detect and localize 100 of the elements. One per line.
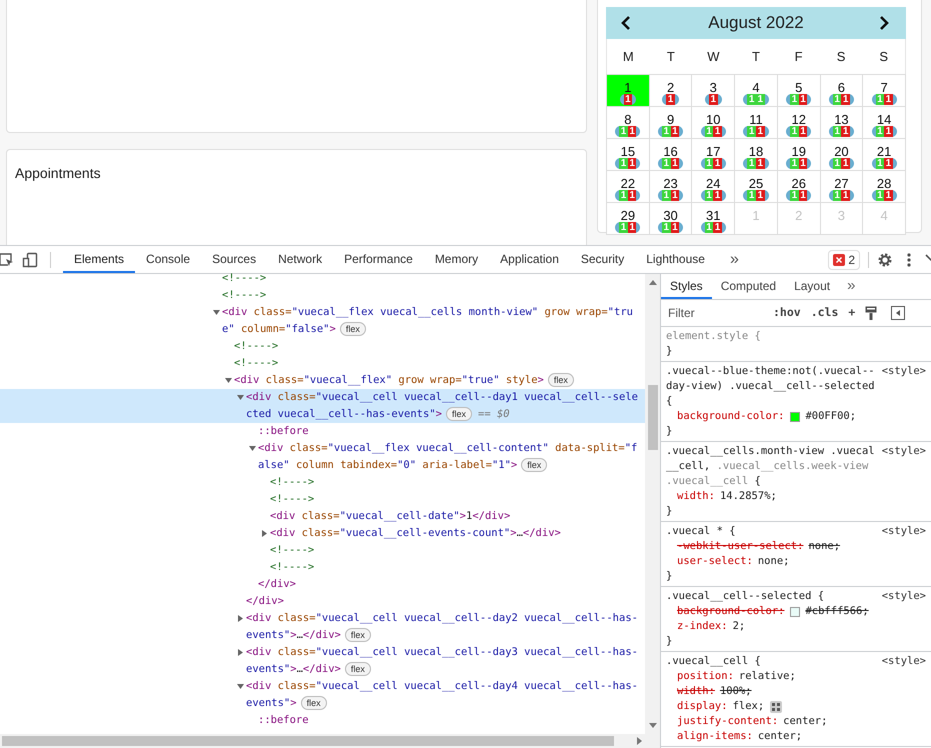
sidebar-tab[interactable]: Layout — [785, 274, 840, 299]
filter-toggle-button[interactable]: + — [848, 304, 856, 322]
devtools-tab[interactable]: Performance — [333, 246, 424, 273]
stylesheet-link[interactable]: <style> — [882, 364, 926, 379]
filter-toggle-button[interactable]: .cls — [810, 304, 838, 322]
day-cell[interactable]: 15 1 1 — [607, 139, 650, 171]
day-number: 6 — [838, 81, 846, 94]
dom-row[interactable]: <div class="vuecal__flex" grow wrap="true" style> flex — [0, 372, 645, 389]
day-cell[interactable]: 16 1 1 — [650, 139, 692, 171]
scrollbar-thumb[interactable] — [2, 736, 614, 746]
scroll-down-icon[interactable] — [648, 723, 656, 728]
day-cell[interactable]: 26 1 1 — [778, 171, 821, 203]
settings-icon[interactable] — [877, 252, 893, 268]
devtools-tab[interactable]: Security — [570, 246, 636, 273]
css-property-value: 100%; — [720, 684, 752, 699]
devtools-tab[interactable]: Console — [135, 246, 202, 273]
day-cell[interactable]: 4 1 1 — [735, 75, 778, 107]
device-toggle-icon[interactable] — [22, 252, 38, 268]
triangle-down-icon[interactable] — [249, 445, 256, 452]
dom-row[interactable]: <div class="vuecal__cell-date">1</div> — [0, 508, 645, 525]
weekday-label: F — [794, 48, 803, 64]
day-cell[interactable]: 18 1 1 — [735, 139, 778, 171]
day-cell[interactable]: 30 1 1 — [650, 203, 692, 235]
day-cell[interactable]: 12 1 1 — [778, 107, 821, 139]
css-selector: .vuecal__cell--selected { — [666, 589, 826, 604]
color-swatch[interactable] — [790, 412, 800, 422]
day-cell[interactable]: 27 1 1 — [820, 171, 864, 203]
event-count: 1 — [876, 126, 884, 137]
scrollbar-thumb[interactable] — [648, 385, 658, 450]
day-cell[interactable]: 19 1 1 — [778, 139, 821, 171]
dom-row[interactable]: <div class="vuecal__flex vuecal__cells month-view" grow wrap="true" column="false"> flex — [0, 304, 645, 338]
day-cell[interactable]: 29 1 1 — [607, 203, 650, 235]
css-property-value: 2; — [732, 619, 746, 634]
triangle-down-icon[interactable] — [237, 394, 244, 401]
day-cell[interactable]: 1 1 — [607, 75, 650, 107]
day-cell[interactable]: 7 1 1 — [863, 75, 906, 107]
day-cell[interactable]: 14 1 1 — [863, 107, 906, 139]
day-cell[interactable]: 11 1 1 — [735, 107, 778, 139]
sidebar-tab[interactable]: Styles — [661, 274, 712, 299]
triangle-right-icon[interactable] — [261, 530, 268, 537]
day-cell[interactable]: 24 1 1 — [692, 171, 736, 203]
day-cell[interactable]: 22 1 1 — [607, 171, 650, 203]
event-count: 1 — [790, 190, 799, 201]
vertical-scrollbar[interactable] — [645, 274, 660, 734]
paint-icon[interactable] — [865, 306, 878, 320]
dom-row[interactable]: <div class="vuecal__cell vuecal__cell--day2 vuecal__cell--has-events">…</div> flex — [0, 610, 645, 644]
day-number: 12 — [791, 113, 806, 126]
day-cell[interactable]: 10 1 1 — [692, 107, 736, 139]
devtools-tab[interactable]: Sources — [201, 246, 268, 273]
devtools-tab[interactable]: Memory — [424, 246, 490, 273]
day-cell[interactable]: 28 1 1 — [863, 171, 906, 203]
day-cell[interactable]: 13 1 1 — [820, 107, 864, 139]
flexbox-editor-icon[interactable] — [770, 700, 782, 712]
sidebar-tab[interactable]: Computed — [712, 274, 786, 299]
day-cell[interactable]: 23 1 1 — [650, 171, 692, 203]
triangle-down-icon[interactable] — [213, 309, 220, 316]
dom-row[interactable]: <div class="vuecal__cell vuecal__cell--day3 vuecal__cell--has-events">…</div> flex — [0, 644, 645, 678]
day-cell[interactable]: 3 1 — [692, 75, 736, 107]
dom-row[interactable]: <div class="vuecal__cell vuecal__cell--day4 vuecal__cell--has-events"> flex — [0, 678, 645, 712]
day-number: 14 — [876, 113, 892, 126]
triangle-right-icon[interactable] — [237, 649, 244, 656]
color-swatch[interactable] — [790, 606, 800, 616]
day-cell[interactable]: 20 1 1 — [820, 139, 864, 171]
scroll-up-icon[interactable] — [648, 280, 656, 285]
devtools-tab[interactable]: Application — [489, 246, 570, 273]
triangle-down-icon[interactable] — [237, 683, 244, 690]
stylesheet-link[interactable]: <style> — [882, 589, 926, 604]
day-cell[interactable]: 31 1 1 — [692, 203, 736, 235]
day-cell[interactable]: 6 1 1 — [820, 75, 864, 107]
devtools-tab[interactable]: Elements — [63, 246, 136, 273]
horizontal-scrollbar[interactable] — [0, 734, 660, 748]
menu-icon[interactable] — [907, 252, 911, 266]
day-cell[interactable]: 2 1 — [650, 75, 692, 107]
more-tabs-button[interactable]: » — [730, 248, 739, 272]
day-cell[interactable]: 25 1 1 — [735, 171, 778, 203]
triangle-down-icon[interactable] — [225, 377, 232, 384]
stylesheet-link[interactable]: <style> — [882, 654, 926, 669]
stylesheet-link[interactable]: <style> — [882, 444, 926, 459]
devtools-tab[interactable]: Network — [267, 246, 334, 273]
filter-toggle-button[interactable]: :hov — [773, 304, 801, 322]
day-number: 31 — [706, 209, 721, 222]
day-cell[interactable]: 17 1 1 — [692, 139, 736, 171]
devtools-tab[interactable]: Lighthouse — [635, 246, 716, 273]
day-number: 23 — [663, 177, 678, 190]
dom-row[interactable]: <div class="vuecal__flex vuecal__cell-content" data-split="false" column tabindex="0" aria-label="1"> flex — [0, 440, 645, 474]
dom-row[interactable]: <div class="vuecal__cell vuecal__cell--day1 vuecal__cell--selected vuecal__cell--has-events"> flex == $0 — [0, 389, 645, 423]
scroll-right-icon[interactable] — [637, 737, 642, 745]
day-number: 30 — [663, 209, 678, 222]
stylesheet-link[interactable]: <style> — [882, 524, 926, 539]
error-count-button[interactable]: 2 — [828, 250, 860, 270]
sidebar-toggle-icon[interactable] — [891, 306, 906, 320]
inspect-element-icon[interactable] — [0, 252, 14, 268]
day-cell[interactable]: 8 1 1 — [607, 107, 650, 139]
dom-row[interactable]: <div class="vuecal__cell-events-count">…</div> — [0, 525, 645, 542]
day-cell[interactable]: 5 1 1 — [778, 75, 821, 107]
day-cell[interactable]: 9 1 1 — [650, 107, 692, 139]
day-cell[interactable]: 21 1 1 — [863, 139, 906, 171]
triangle-right-icon[interactable] — [237, 615, 244, 622]
more-tabs-button[interactable]: » — [847, 275, 856, 298]
day-number: 3 — [838, 209, 846, 222]
